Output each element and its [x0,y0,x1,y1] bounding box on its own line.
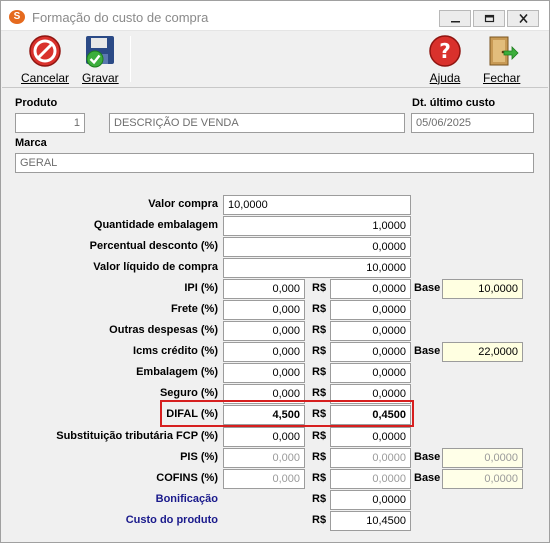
cofins-base-field: 0,0000 [442,469,523,489]
title-bar[interactable]: S Formação do custo de compra [1,1,549,31]
minimize-icon [451,21,460,23]
bonificacao-label: Bonificação [155,493,218,505]
exit-door-icon [485,34,519,68]
icms-base-field[interactable]: 22,0000 [442,342,523,362]
currency-label: R$ [312,472,327,484]
window: S Formação do custo de compra Cancelar G… [0,0,550,543]
currency-label: R$ [312,324,327,336]
outras-despesas-value-input[interactable]: 0,0000 [330,321,411,341]
close-label: Fechar [483,71,521,85]
icms-credito-label: Icms crédito (%) [133,345,218,357]
cancel-icon [28,34,62,68]
currency-label: R$ [312,282,327,294]
ipi-pct-input[interactable]: 0,000 [223,279,305,299]
cofins-label: COFINS (%) [156,472,218,484]
embalagem-value-input[interactable]: 0,0000 [330,363,411,383]
frete-pct-input[interactable]: 0,000 [223,300,305,320]
dt-ultimo-custo-label: Dt. último custo [412,97,496,109]
cancel-label: Cancelar [21,71,70,85]
currency-label: R$ [312,366,327,378]
help-icon: ? [428,34,462,68]
icms-credito-pct-input[interactable]: 0,000 [223,342,305,362]
currency-label: R$ [312,345,327,357]
quantidade-embalagem-input[interactable]: 1,0000 [223,216,411,236]
outras-despesas-label: Outras despesas (%) [109,324,218,336]
produto-label: Produto [15,97,58,109]
ipi-base-field[interactable]: 10,0000 [442,279,523,299]
restore-icon [484,14,495,23]
marca-label: Marca [15,137,47,149]
substituicao-fcp-pct-input[interactable]: 0,000 [223,427,305,447]
difal-highlight-box [160,400,414,427]
currency-label: R$ [312,430,327,442]
cofins-value-field: 0,0000 [330,469,411,489]
ipi-value-input[interactable]: 0,0000 [330,279,411,299]
pis-label: PIS (%) [180,451,218,463]
marca-field[interactable]: GERAL [15,153,534,173]
currency-label: R$ [312,514,327,526]
save-button[interactable]: Gravar [82,34,119,85]
substituicao-fcp-label: Substituição tributária FCP (%) [56,430,218,442]
currency-label: R$ [312,387,327,399]
currency-label: R$ [312,493,327,505]
currency-label: R$ [312,451,327,463]
quantidade-embalagem-label: Quantidade embalagem [93,219,218,231]
valor-liquido-label: Valor líquido de compra [93,261,218,273]
save-icon [83,34,117,68]
icms-base-label: Base [414,345,441,357]
frete-label: Frete (%) [170,303,218,315]
custo-produto-label: Custo do produto [125,514,218,526]
pis-base-field: 0,0000 [442,448,523,468]
valor-compra-label: Valor compra [148,198,218,210]
close-window-button[interactable] [507,10,539,27]
pis-value-field: 0,0000 [330,448,411,468]
svg-text:?: ? [439,39,451,63]
outras-despesas-pct-input[interactable]: 0,000 [223,321,305,341]
app-icon: S [9,10,25,24]
frete-value-input[interactable]: 0,0000 [330,300,411,320]
percentual-desconto-label: Percentual desconto (%) [89,240,218,252]
dt-ultimo-custo-field[interactable]: 05/06/2025 [411,113,534,133]
cofins-base-label: Base [414,472,441,484]
valor-compra-input[interactable]: 10,0000 [223,195,411,215]
icms-credito-value-input[interactable]: 0,0000 [330,342,411,362]
help-button[interactable]: ? Ajuda [428,34,462,85]
minimize-button[interactable] [439,10,471,27]
save-label: Gravar [82,71,119,85]
close-button[interactable]: Fechar [483,34,520,85]
pis-base-label: Base [414,451,441,463]
pis-pct-field: 0,000 [223,448,305,468]
close-icon [519,14,528,23]
window-title: Formação do custo de compra [32,10,209,25]
percentual-desconto-input[interactable]: 0,0000 [223,237,411,257]
bonificacao-field[interactable]: 0,0000 [330,490,411,510]
maximize-button[interactable] [473,10,505,27]
embalagem-label: Embalagem (%) [136,366,218,378]
substituicao-fcp-value-input[interactable]: 0,0000 [330,427,411,447]
ipi-base-label: Base [414,282,441,294]
seguro-label: Seguro (%) [159,387,218,399]
valor-liquido-field[interactable]: 10,0000 [223,258,411,278]
custo-produto-field[interactable]: 10,4500 [330,511,411,531]
cofins-pct-field: 0,000 [223,469,305,489]
produto-description-field[interactable]: DESCRIÇÃO DE VENDA [109,113,405,133]
cancel-button[interactable]: Cancelar [21,34,69,85]
embalagem-pct-input[interactable]: 0,000 [223,363,305,383]
produto-code-field[interactable]: 1 [15,113,85,133]
toolbar: Cancelar Gravar ? Ajuda Fechar [2,32,548,88]
currency-label: R$ [312,303,327,315]
toolbar-separator [130,36,131,82]
ipi-label: IPI (%) [184,282,218,294]
help-label: Ajuda [429,71,461,85]
